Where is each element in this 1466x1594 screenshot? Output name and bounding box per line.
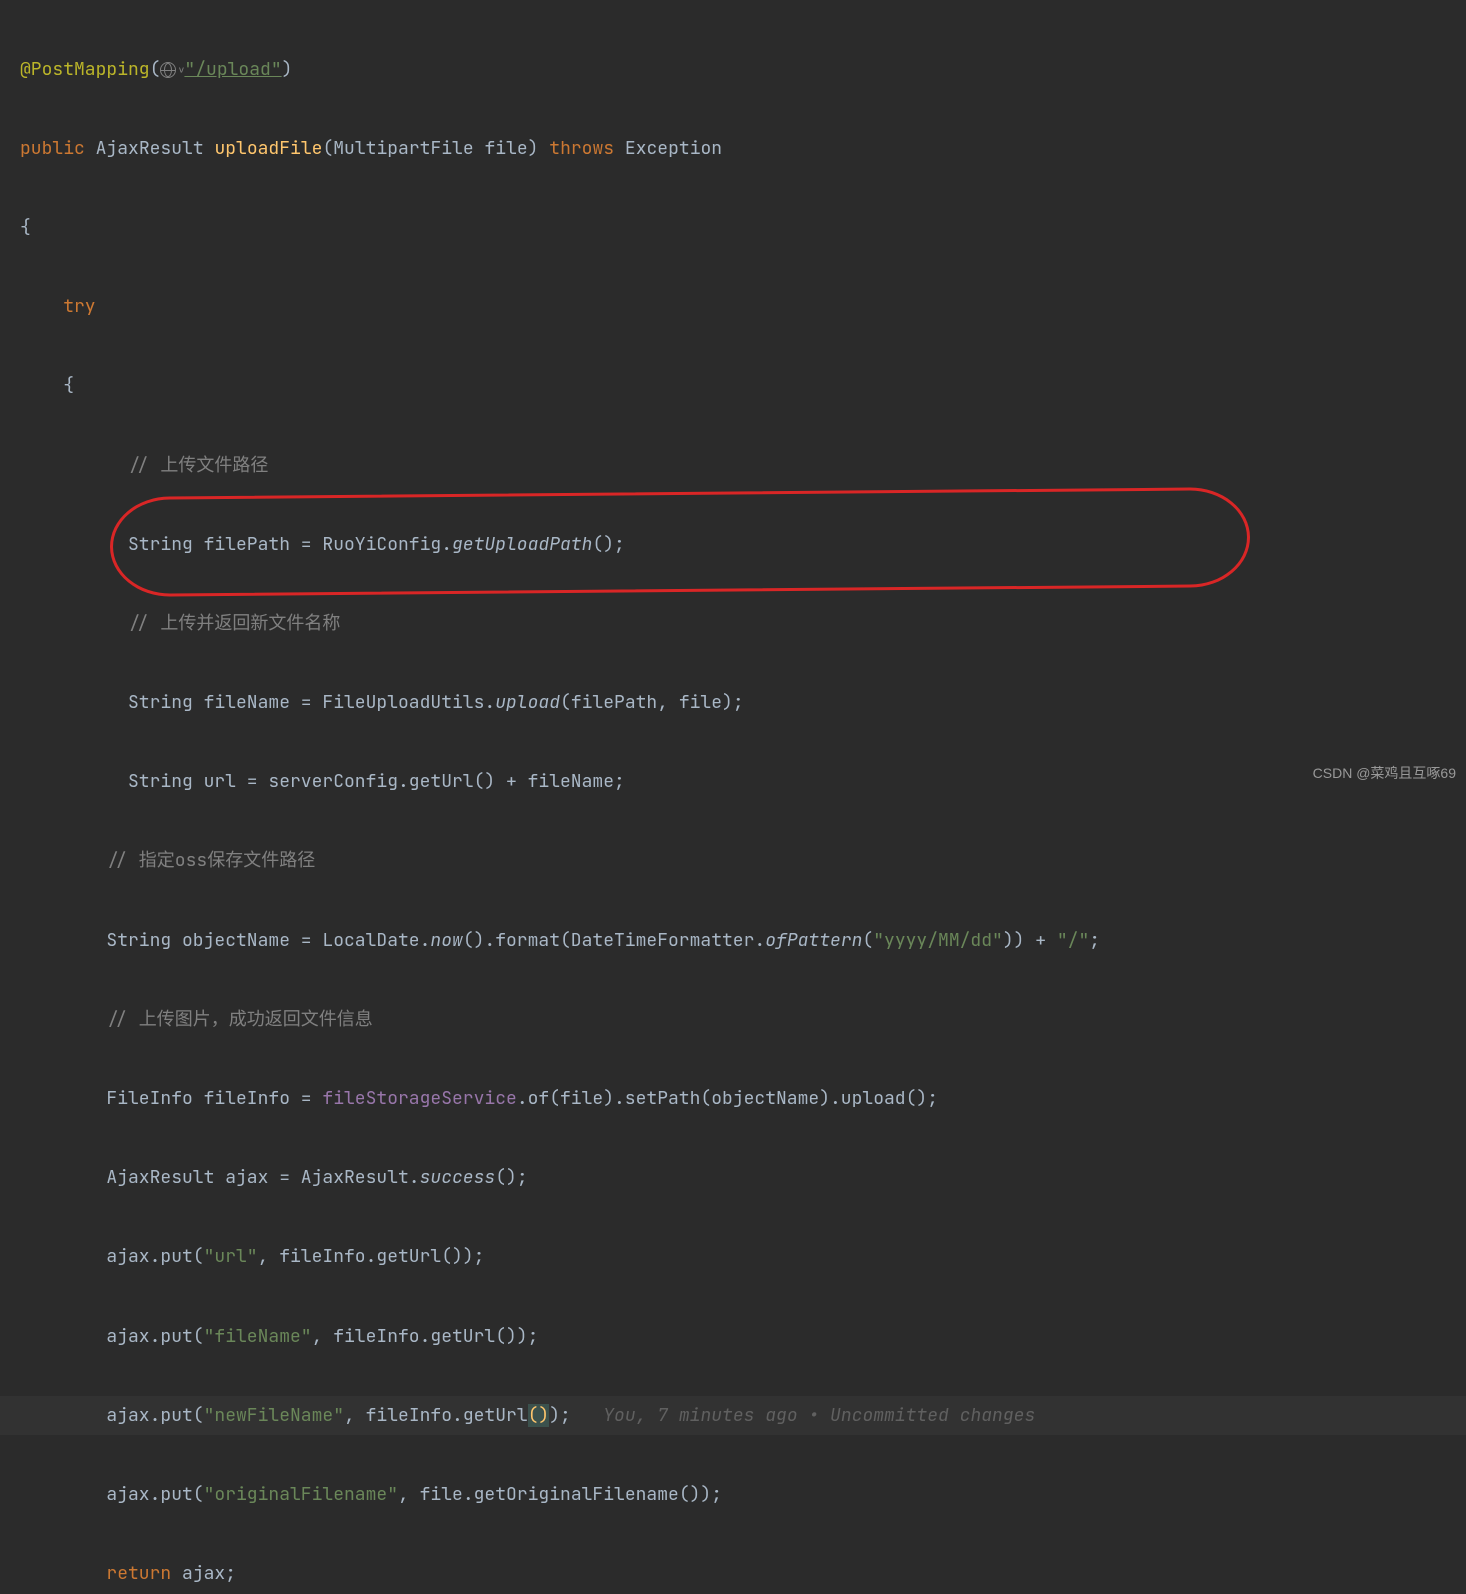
code-line: @PostMapping(∨"/upload") [0,50,1466,90]
code-line: FileInfo fileInfo = fileStorageService.o… [0,1079,1466,1119]
code-line: // 指定oss保存文件路径 [0,841,1466,881]
code-line: return ajax; [0,1554,1466,1594]
code-line: AjaxResult ajax = AjaxResult.success(); [0,1158,1466,1198]
annotation: @PostMapping [20,58,150,81]
code-line: ajax.put("url", fileInfo.getUrl()); [0,1237,1466,1277]
code-line: String filePath = RuoYiConfig.getUploadP… [0,525,1466,565]
code-line: public AjaxResult uploadFile(MultipartFi… [0,129,1466,169]
code-line: { [0,366,1466,406]
code-line: String url = serverConfig.getUrl() + fil… [0,762,1466,802]
code-line: try [0,287,1466,327]
code-line-current: ajax.put("newFileName", fileInfo.getUrl(… [0,1396,1466,1436]
code-line: // 上传图片，成功返回文件信息 [0,1000,1466,1040]
string-literal: "/upload" [184,58,281,81]
git-blame-annotation: You, 7 minutes ago • Uncommitted changes [603,1404,1035,1427]
code-line: String fileName = FileUploadUtils.upload… [0,683,1466,723]
code-line: // 上传文件路径 [0,446,1466,486]
globe-icon [160,62,176,78]
code-line: ajax.put("fileName", fileInfo.getUrl()); [0,1317,1466,1357]
code-line: ajax.put("originalFilename", file.getOri… [0,1475,1466,1515]
code-line: // 上传并返回新文件名称 [0,604,1466,644]
watermark: CSDN @菜鸡且互啄69 [1313,758,1456,789]
code-line: { [0,208,1466,248]
code-editor[interactable]: @PostMapping(∨"/upload") public AjaxResu… [0,10,1466,1594]
code-line: String objectName = LocalDate.now().form… [0,921,1466,961]
